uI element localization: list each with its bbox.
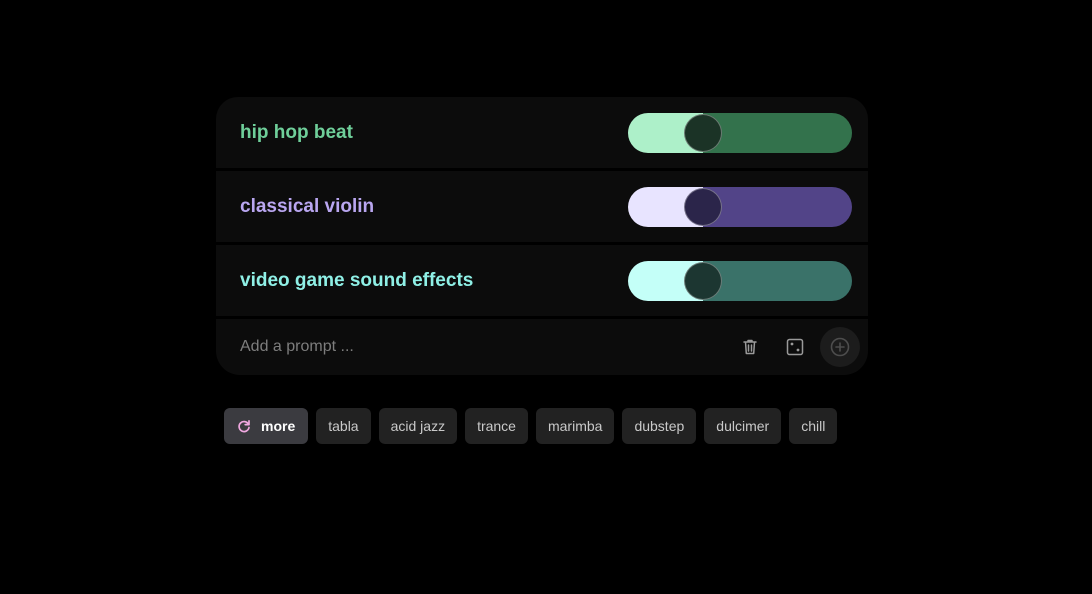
slider-knob[interactable]	[684, 114, 722, 152]
prompt-row: video game sound effects	[216, 245, 868, 316]
random-prompt-button[interactable]	[781, 333, 809, 361]
add-prompt-button[interactable]	[820, 327, 860, 367]
more-suggestions-button[interactable]: more	[224, 408, 309, 444]
suggestion-chip[interactable]: dubstep	[622, 408, 697, 444]
suggestion-chip[interactable]: acid jazz	[378, 408, 458, 444]
suggestion-chip[interactable]: dulcimer	[704, 408, 782, 444]
prompt-input[interactable]	[240, 319, 710, 375]
prompt-label[interactable]: hip hop beat	[240, 97, 353, 168]
suggestion-chip[interactable]: marimba	[535, 408, 615, 444]
slider-knob[interactable]	[684, 262, 722, 300]
suggestion-chip[interactable]: tabla	[316, 408, 371, 444]
prompt-row: classical violin	[216, 171, 868, 242]
slider-track	[703, 261, 852, 301]
weight-slider[interactable]	[628, 113, 852, 153]
weight-slider[interactable]	[628, 261, 852, 301]
weight-slider[interactable]	[628, 187, 852, 227]
refresh-icon	[236, 418, 252, 434]
more-label: more	[261, 418, 296, 434]
trash-icon	[743, 339, 757, 355]
delete-button[interactable]	[736, 333, 764, 361]
suggestion-chips: more tabla acid jazz trance marimba dubs…	[224, 408, 838, 444]
slider-knob[interactable]	[684, 188, 722, 226]
prompt-label[interactable]: video game sound effects	[240, 245, 473, 316]
prompt-row: hip hop beat	[216, 97, 868, 168]
suggestion-chip[interactable]: chill	[789, 408, 838, 444]
dice-icon	[786, 338, 804, 356]
prompt-label[interactable]: classical violin	[240, 171, 374, 242]
suggestion-chip[interactable]: trance	[465, 408, 528, 444]
prompt-panel: hip hop beat classical violin video game…	[216, 97, 868, 375]
slider-track	[703, 113, 852, 153]
slider-track	[703, 187, 852, 227]
plus-circle-icon	[830, 337, 850, 357]
add-prompt-row	[216, 319, 868, 375]
